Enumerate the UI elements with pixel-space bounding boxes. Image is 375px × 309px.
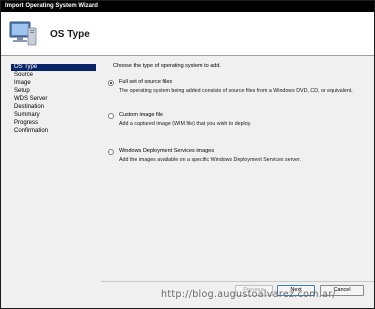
sidebar-item-destination[interactable]: Destination [11, 104, 96, 111]
option-description: Add the images available on a specific W… [119, 157, 301, 163]
sidebar-item-source[interactable]: Source [11, 72, 96, 79]
wizard-window: Import Operating System Wizard OS Type O… [0, 0, 375, 309]
intro-text: Choose the type of operating system to a… [113, 63, 221, 69]
wizard-content: Choose the type of operating system to a… [104, 57, 372, 272]
radio-custom-image[interactable] [108, 113, 114, 119]
watermark-url: http://blog.augustoalvarez.com.ar/ [161, 289, 336, 300]
sidebar-item-progress[interactable]: Progress [11, 120, 96, 127]
sidebar-item-confirmation[interactable]: Confirmation [11, 128, 96, 135]
wizard-steps-sidebar: OS Type Source Image Setup WDS Server De… [1, 57, 101, 281]
page-title: OS Type [50, 29, 90, 40]
radio-full-source[interactable] [108, 80, 114, 86]
sidebar-item-setup[interactable]: Setup [11, 88, 96, 95]
option-description: Add a captured image (WIM file) that you… [119, 121, 252, 127]
footer-divider [101, 281, 374, 282]
title-bar[interactable]: Import Operating System Wizard [1, 1, 374, 12]
sidebar-item-summary[interactable]: Summary [11, 112, 96, 119]
option-label[interactable]: Custom image file [119, 112, 163, 119]
window-title: Import Operating System Wizard [5, 3, 98, 9]
sidebar-item-wds-server[interactable]: WDS Server [11, 96, 96, 103]
sidebar-item-os-type[interactable]: OS Type [11, 64, 96, 71]
option-label[interactable]: Windows Deployment Services images [119, 148, 214, 155]
wizard-header: OS Type [1, 12, 374, 56]
option-label[interactable]: Full set of source files [119, 79, 172, 86]
radio-wds-images[interactable] [108, 149, 114, 155]
option-description: The operating system being added consist… [119, 88, 353, 94]
sidebar-item-image[interactable]: Image [11, 80, 96, 87]
computer-monitor-icon [7, 18, 39, 50]
